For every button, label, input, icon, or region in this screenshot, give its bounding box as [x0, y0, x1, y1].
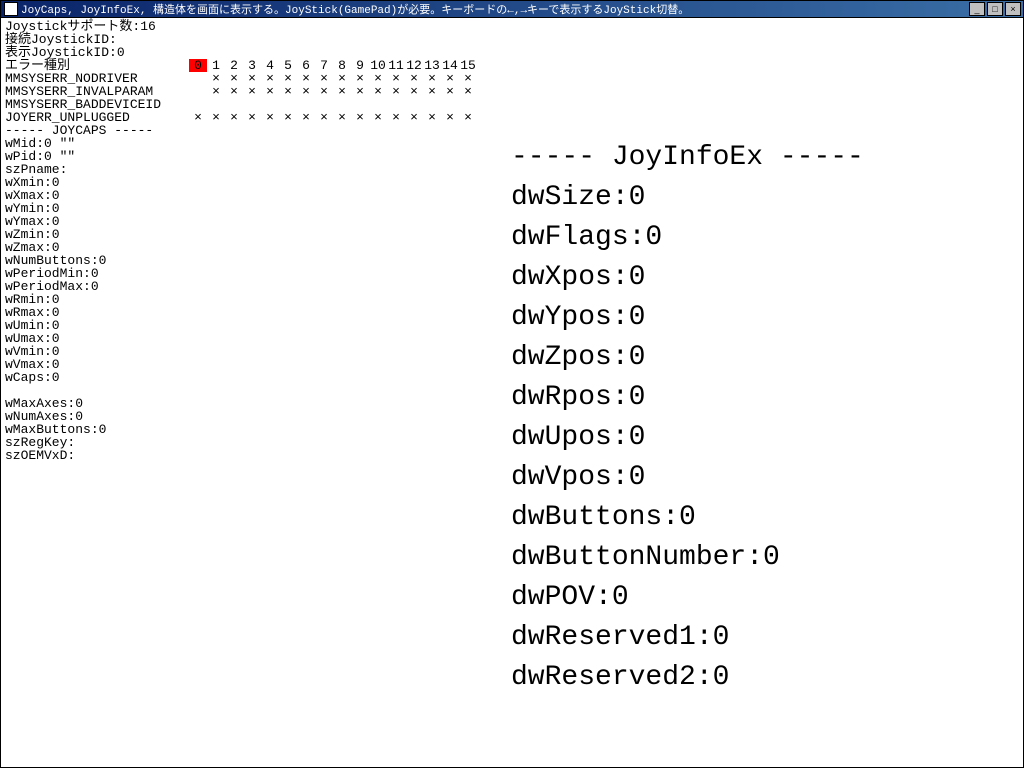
joycaps-line: wUmax:0 — [5, 332, 477, 345]
client-area: Joystickサポート数:16 接続JoystickID: 表示Joystic… — [0, 18, 1024, 768]
error-mark: × — [423, 111, 441, 124]
joyinfoex-line: dwYpos:0 — [511, 298, 864, 338]
titlebar[interactable]: JoyCaps, JoyInfoEx, 構造体を画面に表示する。JoyStick… — [0, 0, 1024, 18]
joycaps-line: wMaxButtons:0 — [5, 423, 477, 436]
error-mark: × — [459, 111, 477, 124]
joyinfoex-line: dwFlags:0 — [511, 218, 864, 258]
error-mark: × — [405, 111, 423, 124]
joyinfoex-line: dwButtonNumber:0 — [511, 538, 864, 578]
app-icon — [4, 2, 18, 16]
error-mark: × — [441, 85, 459, 98]
joycaps-line: wPeriodMax:0 — [5, 280, 477, 293]
joyinfoex-title: ----- JoyInfoEx ----- — [511, 138, 864, 178]
error-mark: × — [189, 111, 207, 124]
left-panel: Joystickサポート数:16 接続JoystickID: 表示Joystic… — [1, 18, 481, 767]
joycaps-line: wZmin:0 — [5, 228, 477, 241]
error-mark: × — [405, 85, 423, 98]
error-mark: × — [459, 85, 477, 98]
error-mark: × — [261, 111, 279, 124]
error-col-0: 0 — [189, 59, 207, 72]
joyinfoex-line: dwZpos:0 — [511, 338, 864, 378]
error-mark: × — [315, 111, 333, 124]
error-mark: × — [423, 85, 441, 98]
error-mark: × — [333, 85, 351, 98]
joycaps-line: wXmin:0 — [5, 176, 477, 189]
joycaps-line: szPname: — [5, 163, 477, 176]
joycaps-line: wRmin:0 — [5, 293, 477, 306]
error-mark: × — [315, 85, 333, 98]
maximize-button[interactable]: □ — [987, 2, 1003, 16]
error-mark: × — [387, 111, 405, 124]
error-mark: × — [297, 85, 315, 98]
joyinfoex-line: dwReserved1:0 — [511, 618, 864, 658]
error-mark: × — [225, 85, 243, 98]
window-title: JoyCaps, JoyInfoEx, 構造体を画面に表示する。JoyStick… — [21, 1, 969, 17]
joyinfoex-line: dwReserved2:0 — [511, 658, 864, 698]
joycaps-line: szOEMVxD: — [5, 449, 477, 462]
window-controls: _ □ × — [969, 2, 1021, 16]
error-mark: × — [243, 85, 261, 98]
error-mark — [189, 72, 207, 85]
joycaps-line: wYmin:0 — [5, 202, 477, 215]
error-mark: × — [225, 111, 243, 124]
joycaps-line: wMid:0 "" — [5, 137, 477, 150]
joycaps-line: wUmin:0 — [5, 319, 477, 332]
error-mark: × — [279, 111, 297, 124]
joycaps-line: wVmax:0 — [5, 358, 477, 371]
joyinfoex-line: dwButtons:0 — [511, 498, 864, 538]
joyinfoex-line: dwRpos:0 — [511, 378, 864, 418]
joyinfoex-line: dwPOV:0 — [511, 578, 864, 618]
error-mark: × — [243, 111, 261, 124]
joycaps-title: ----- JOYCAPS ----- — [5, 124, 477, 137]
error-mark: × — [387, 85, 405, 98]
error-mark: × — [279, 85, 297, 98]
joycaps-line: wVmin:0 — [5, 345, 477, 358]
joyinfoex-line: dwSize:0 — [511, 178, 864, 218]
joyinfoex-line: dwVpos:0 — [511, 458, 864, 498]
joycaps-line: szRegKey: — [5, 436, 477, 449]
error-mark: × — [261, 85, 279, 98]
error-mark: × — [207, 111, 225, 124]
joyinfoex-line: dwXpos:0 — [511, 258, 864, 298]
error-mark: × — [369, 85, 387, 98]
joycaps-line: wCaps:0 — [5, 371, 477, 384]
joycaps-line: wPid:0 "" — [5, 150, 477, 163]
joycaps-line: wRmax:0 — [5, 306, 477, 319]
right-panel: ----- JoyInfoEx ----- dwSize:0dwFlags:0d… — [481, 18, 864, 767]
error-mark — [189, 85, 207, 98]
joycaps-line: wYmax:0 — [5, 215, 477, 228]
error-mark: × — [369, 111, 387, 124]
error-mark: × — [351, 111, 369, 124]
minimize-button[interactable]: _ — [969, 2, 985, 16]
error-mark: × — [351, 85, 369, 98]
error-mark: × — [297, 111, 315, 124]
error-mark: × — [207, 85, 225, 98]
joycaps-line: wXmax:0 — [5, 189, 477, 202]
joyinfoex-line: dwUpos:0 — [511, 418, 864, 458]
error-mark: × — [333, 111, 351, 124]
error-mark: × — [441, 111, 459, 124]
close-button[interactable]: × — [1005, 2, 1021, 16]
